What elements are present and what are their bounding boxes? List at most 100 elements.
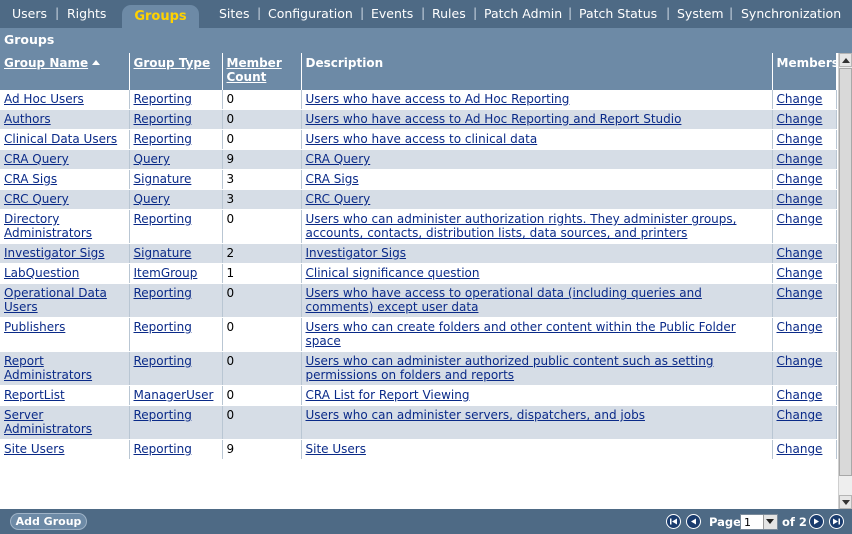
group-name-link[interactable]: LabQuestion — [4, 266, 79, 280]
table-cell: Users who have access to Ad Hoc Reportin… — [301, 109, 773, 130]
last-page-button[interactable] — [829, 514, 844, 529]
group-type-link[interactable]: Reporting — [134, 320, 192, 334]
table-cell: Change — [772, 189, 837, 210]
group-name-link[interactable]: Operational Data Users — [4, 286, 107, 314]
group-type-link[interactable]: Reporting — [134, 354, 192, 368]
change-members-link[interactable]: Change — [777, 246, 823, 260]
group-name-link[interactable]: CRA Query — [4, 152, 69, 166]
description-link[interactable]: Users who have access to Ad Hoc Reportin… — [306, 92, 570, 106]
vertical-scrollbar[interactable] — [838, 53, 852, 509]
scroll-up-button[interactable] — [839, 53, 852, 67]
table-cell: 0 — [222, 283, 302, 318]
group-name-link[interactable]: Server Administrators — [4, 408, 92, 436]
group-name-link[interactable]: ReportList — [4, 388, 65, 402]
table-cell: 1 — [222, 263, 302, 284]
description-link[interactable]: Users who have access to Ad Hoc Reportin… — [306, 112, 682, 126]
description-link[interactable]: CRA Sigs — [306, 172, 359, 186]
tab-system[interactable]: System — [677, 6, 724, 21]
description-link[interactable]: Users who can create folders and other c… — [306, 320, 736, 348]
description-link[interactable]: Users who can administer authorization r… — [306, 212, 737, 240]
dropdown-button[interactable] — [763, 515, 777, 529]
tab-synchronization[interactable]: Synchronization — [741, 6, 841, 21]
member-count-value: 0 — [226, 92, 235, 106]
add-group-button[interactable]: Add Group — [10, 513, 87, 530]
tab-separator: | — [666, 5, 671, 20]
scrollbar-thumb[interactable] — [839, 68, 852, 476]
description-link[interactable]: Investigator Sigs — [306, 246, 407, 260]
description-link[interactable]: Clinical significance question — [306, 266, 480, 280]
group-type-link[interactable]: Signature — [134, 246, 192, 260]
group-name-link[interactable]: Site Users — [4, 442, 64, 456]
group-type-link[interactable]: Query — [134, 192, 170, 206]
tab-events[interactable]: Events — [371, 6, 413, 21]
description-link[interactable]: Users who have access to operational dat… — [306, 286, 702, 314]
description-link[interactable]: Users who can administer servers, dispat… — [306, 408, 645, 422]
change-members-link[interactable]: Change — [777, 442, 823, 456]
group-type-link[interactable]: Signature — [134, 172, 192, 186]
description-link[interactable]: CRA List for Report Viewing — [306, 388, 470, 402]
member-count-value: 0 — [226, 212, 235, 226]
change-members-link[interactable]: Change — [777, 286, 823, 300]
group-name-link[interactable]: Clinical Data Users — [4, 132, 117, 146]
change-members-link[interactable]: Change — [777, 92, 823, 106]
change-members-link[interactable]: Change — [777, 212, 823, 226]
tab-users[interactable]: Users — [12, 6, 47, 21]
sort-group-type-link[interactable]: Group Type — [134, 56, 211, 70]
group-name-link[interactable]: Ad Hoc Users — [4, 92, 84, 106]
change-members-link[interactable]: Change — [777, 172, 823, 186]
sort-group-name-link[interactable]: Group Name — [4, 56, 88, 70]
group-type-link[interactable]: Reporting — [134, 132, 192, 146]
table-footer: Add Group Page 1 of 2 — [0, 509, 852, 534]
previous-page-button[interactable] — [686, 514, 701, 529]
table-cell: Users who have access to operational dat… — [301, 283, 773, 318]
description-link[interactable]: Users who can administer authorized publ… — [306, 354, 714, 382]
change-members-link[interactable]: Change — [777, 112, 823, 126]
tab-groups[interactable]: Groups — [122, 5, 199, 28]
group-name-link[interactable]: Report Administrators — [4, 354, 92, 382]
table-cell: Clinical Data Users — [0, 129, 130, 150]
group-name-link[interactable]: CRA Sigs — [4, 172, 57, 186]
table-cell: Change — [772, 243, 837, 264]
group-type-link[interactable]: Reporting — [134, 408, 192, 422]
group-type-link[interactable]: Reporting — [134, 112, 192, 126]
group-type-link[interactable]: Reporting — [134, 442, 192, 456]
change-members-link[interactable]: Change — [777, 266, 823, 280]
first-page-button[interactable] — [666, 514, 681, 529]
table-cell: 0 — [222, 317, 302, 352]
tab-patch-admin[interactable]: Patch Admin — [484, 6, 562, 21]
tab-rights[interactable]: Rights — [67, 6, 106, 21]
group-type-link[interactable]: Query — [134, 152, 170, 166]
description-link[interactable]: CRA Query — [306, 152, 371, 166]
member-count-value: 2 — [226, 246, 235, 260]
group-type-link[interactable]: ItemGroup — [134, 266, 198, 280]
group-name-link[interactable]: Investigator Sigs — [4, 246, 105, 260]
change-members-link[interactable]: Change — [777, 192, 823, 206]
change-members-link[interactable]: Change — [777, 408, 823, 422]
tab-patch-status[interactable]: Patch Status — [579, 6, 657, 21]
group-type-link[interactable]: Reporting — [134, 286, 192, 300]
next-page-button[interactable] — [809, 514, 824, 529]
change-members-link[interactable]: Change — [777, 388, 823, 402]
group-type-link[interactable]: Reporting — [134, 212, 192, 226]
group-type-link[interactable]: Reporting — [134, 92, 192, 106]
description-link[interactable]: CRC Query — [306, 192, 371, 206]
tab-rules[interactable]: Rules — [432, 6, 466, 21]
group-name-link[interactable]: CRC Query — [4, 192, 69, 206]
tab-configuration[interactable]: Configuration — [268, 6, 353, 21]
table-row: CRA Query Query 9 CRA Query Change — [0, 149, 837, 170]
sort-member-count-link[interactable]: Member Count — [227, 56, 282, 84]
table-cell: Authors — [0, 109, 130, 130]
change-members-link[interactable]: Change — [777, 132, 823, 146]
scroll-down-button[interactable] — [839, 495, 852, 509]
description-link[interactable]: Users who have access to clinical data — [306, 132, 538, 146]
change-members-link[interactable]: Change — [777, 320, 823, 334]
change-members-link[interactable]: Change — [777, 152, 823, 166]
group-name-link[interactable]: Authors — [4, 112, 51, 126]
description-link[interactable]: Site Users — [306, 442, 366, 456]
tab-sites[interactable]: Sites — [219, 6, 250, 21]
group-name-link[interactable]: Publishers — [4, 320, 65, 334]
change-members-link[interactable]: Change — [777, 354, 823, 368]
group-type-link[interactable]: ManagerUser — [134, 388, 214, 402]
page-number-select[interactable]: 1 — [740, 514, 778, 530]
group-name-link[interactable]: Directory Administrators — [4, 212, 92, 240]
